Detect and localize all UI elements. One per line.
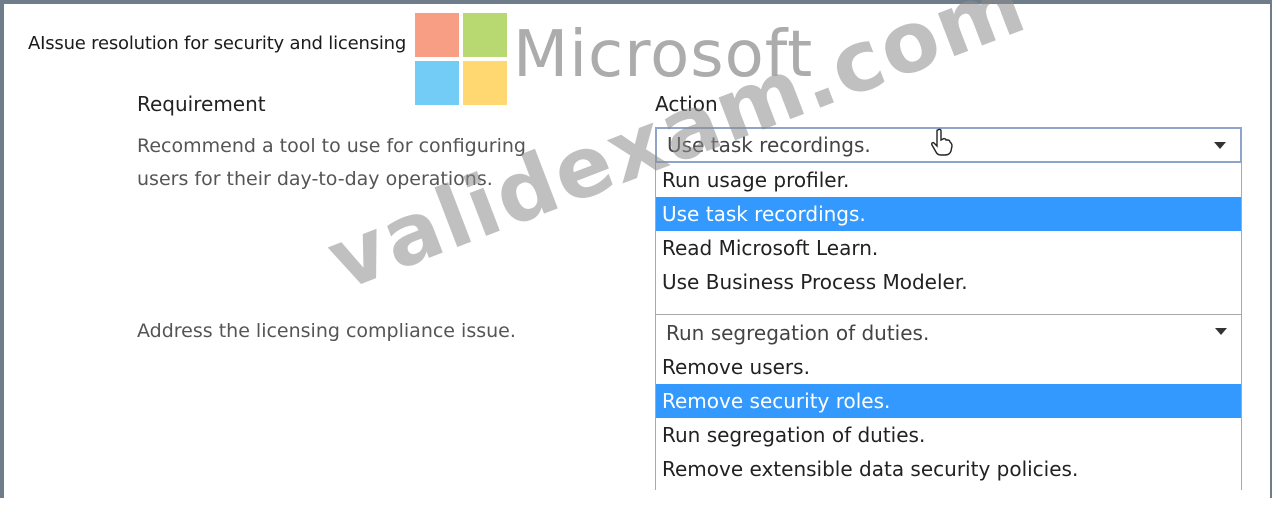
requirement-text-1: Recommend a tool to use for configuring … [137, 130, 607, 196]
requirement-line: Recommend a tool to use for configuring [137, 135, 526, 157]
dropdown-option[interactable]: Read Microsoft Learn. [656, 231, 1241, 265]
microsoft-logo-text: Microsoft [513, 18, 814, 92]
dropdown-list-2: Remove users. Remove security roles. Run… [655, 350, 1242, 490]
exam-question-panel: AIssue resolution for security and licen… [0, 0, 1274, 506]
dropdown-option[interactable]: Run usage profiler. [656, 163, 1241, 197]
dropdown-option[interactable]: Remove extensible data security policies… [656, 452, 1241, 486]
action-dropdown-1[interactable]: Use task recordings. Run usage profiler.… [655, 127, 1242, 327]
requirement-line: Address the licensing compliance issue. [137, 320, 516, 342]
dropdown-option[interactable]: Use Business Process Modeler. [656, 265, 1241, 299]
chevron-down-icon[interactable] [1215, 328, 1227, 335]
requirement-line: users for their day-to-day operations. [137, 168, 493, 190]
hand-cursor-icon [931, 128, 953, 156]
dropdown-option-highlighted[interactable]: Remove security roles. [656, 384, 1241, 418]
dropdown-option[interactable]: Remove users. [656, 350, 1241, 384]
selected-value: Run segregation of duties. [666, 320, 930, 345]
dropdown-option[interactable]: Run segregation of duties. [656, 418, 1241, 452]
requirement-header: Requirement [137, 92, 266, 116]
selected-value: Use task recordings. [667, 133, 871, 157]
chevron-down-icon[interactable] [1214, 142, 1226, 149]
question-title: AIssue resolution for security and licen… [28, 33, 407, 54]
action-select-2[interactable]: Run segregation of duties. [655, 314, 1242, 350]
action-header: Action [655, 92, 718, 116]
dropdown-list-1: Run usage profiler. Use task recordings.… [655, 163, 1242, 327]
action-dropdown-2[interactable]: Run segregation of duties. Remove users.… [655, 314, 1242, 490]
requirement-text-2: Address the licensing compliance issue. [137, 315, 607, 348]
dropdown-option-highlighted[interactable]: Use task recordings. [656, 197, 1241, 231]
microsoft-logo-icon [415, 13, 507, 105]
